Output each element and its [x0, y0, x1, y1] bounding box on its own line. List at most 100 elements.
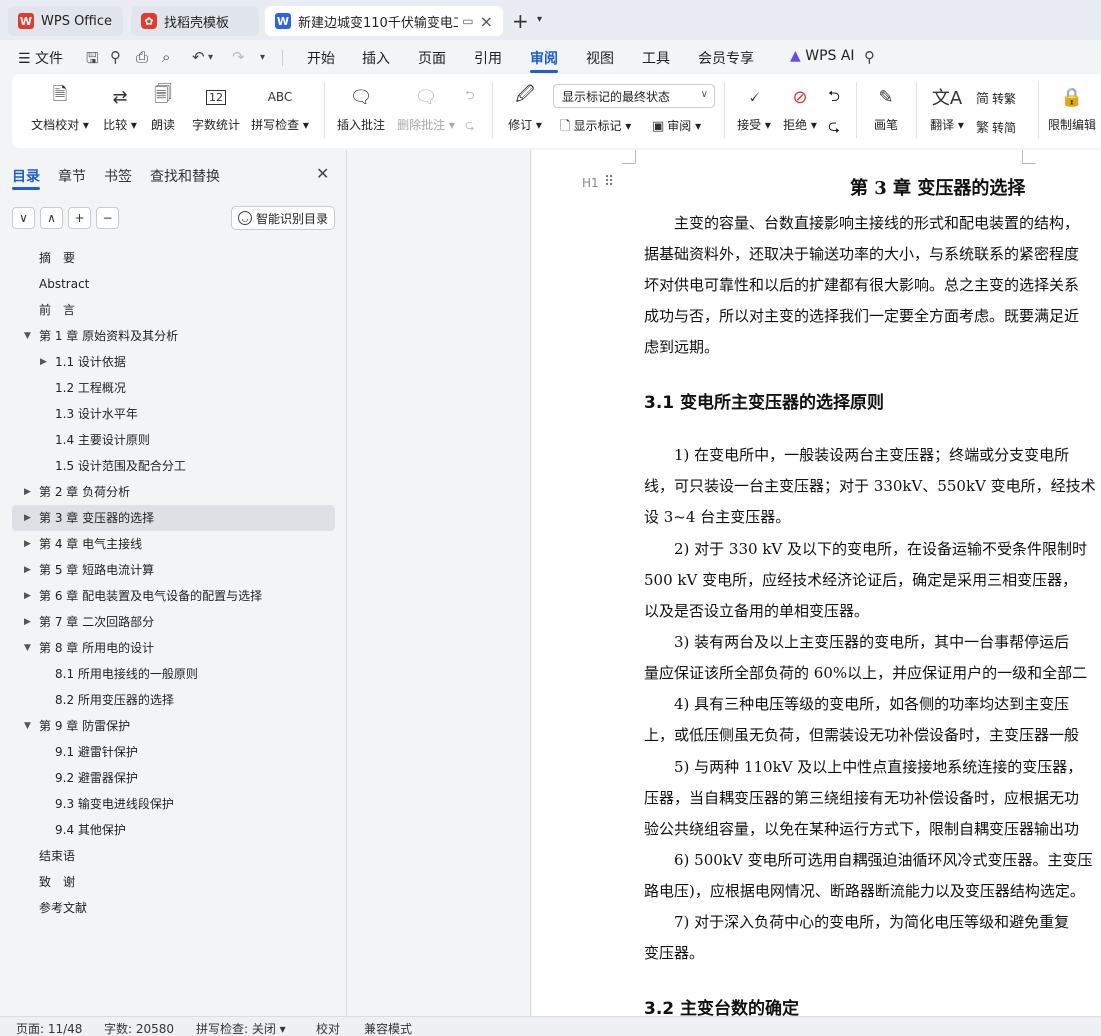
toc-item[interactable]: ▶ 第 2 章 负荷分析: [12, 479, 335, 505]
add-heading-button[interactable]: +: [68, 207, 91, 229]
spell-check-button[interactable]: ABC 拼写检查 ▾: [248, 84, 312, 133]
menu-tools[interactable]: 工具: [642, 48, 670, 68]
toc-item[interactable]: 1.4 主要设计原则: [12, 427, 335, 453]
undo-dropdown-icon[interactable]: ▾: [208, 52, 213, 63]
caret-right-icon[interactable]: ▶: [24, 609, 31, 635]
toc-item[interactable]: ▶ 第 6 章 配电装置及电气设备的配置与选择: [12, 583, 335, 609]
menu-reference[interactable]: 引用: [474, 48, 502, 68]
search-icon[interactable]: ⚲: [864, 48, 875, 66]
accept-button[interactable]: 🗸 接受 ▾: [732, 84, 776, 133]
print-icon[interactable]: ⎙: [136, 48, 148, 66]
menu-review[interactable]: 审阅: [530, 48, 558, 68]
compare-button[interactable]: ⇄ 比较 ▾: [98, 84, 142, 133]
toc-item[interactable]: ▶ 第 7 章 二次回路部分: [12, 609, 335, 635]
tab-wps-office[interactable]: W WPS Office: [8, 6, 123, 36]
toc-item[interactable]: 致 谢: [12, 869, 335, 895]
screen-icon[interactable]: ▭: [462, 14, 473, 28]
more-icon[interactable]: ▾: [260, 52, 265, 63]
save-icon[interactable]: 🖫: [86, 48, 99, 73]
tab-find-replace[interactable]: 查找和替换: [150, 166, 220, 186]
spell-check-status[interactable]: 拼写检查: 关闭 ▾: [196, 1020, 286, 1036]
toc-item[interactable]: ▼ 第 9 章 防雷保护: [12, 713, 335, 739]
translate-button[interactable]: 文A 翻译 ▾: [924, 84, 970, 133]
next-change-icon[interactable]: ⮎: [828, 116, 840, 141]
document-page[interactable]: H1 ⠿ 第 3 章 变压器的选择 主变的容量、台数直接影响主接线的形式和配电装…: [532, 150, 1101, 1016]
toc-item[interactable]: ▶ 1.1 设计依据: [12, 349, 335, 375]
word-count-button[interactable]: 12 字数统计: [188, 84, 244, 133]
caret-right-icon[interactable]: ▶: [24, 557, 31, 583]
pen-button[interactable]: ✎ 画笔: [868, 84, 904, 133]
tab-document[interactable]: W 新建边城变110千伏输变电工程 ▭ ×: [265, 6, 503, 36]
menu-member[interactable]: 会员专享: [698, 48, 754, 68]
toc-item-label: 9.2 避雷器保护: [55, 771, 138, 785]
menu-view[interactable]: 视图: [586, 48, 614, 68]
remove-heading-button[interactable]: −: [96, 207, 119, 229]
toc-item[interactable]: 结束语: [12, 843, 335, 869]
link-icon[interactable]: ⚲: [110, 48, 121, 66]
caret-down-icon[interactable]: ▼: [24, 713, 31, 739]
toc-item[interactable]: 摘 要: [12, 245, 335, 271]
caret-right-icon[interactable]: ▶: [40, 349, 47, 375]
toc-item[interactable]: 1.2 工程概况: [12, 375, 335, 401]
revise-button[interactable]: 🖉 修订 ▾: [502, 84, 548, 133]
prev-change-icon[interactable]: ⮌: [828, 86, 840, 111]
word-count-indicator[interactable]: 字数: 20580: [104, 1020, 174, 1036]
toc-item[interactable]: 1.5 设计范围及配合分工: [12, 453, 335, 479]
caret-right-icon[interactable]: ▶: [24, 583, 31, 609]
smart-toc-button[interactable]: ◡ 智能识别目录: [231, 206, 335, 230]
drag-handle-icon[interactable]: ⠿: [604, 174, 614, 190]
close-icon[interactable]: ×: [480, 12, 493, 31]
toc-item[interactable]: ▼ 第 1 章 原始资料及其分析: [12, 323, 335, 349]
toc-item[interactable]: 前 言: [12, 297, 335, 323]
toc-item-label: 结束语: [39, 849, 76, 863]
caret-down-icon[interactable]: ▼: [24, 323, 31, 349]
show-markup-button[interactable]: 🗋 显示标记 ▾: [560, 117, 631, 139]
toc-item[interactable]: 参考文献: [12, 895, 335, 921]
read-aloud-button[interactable]: 🗐 朗读: [146, 84, 180, 133]
toc-item[interactable]: 1.3 设计水平年: [12, 401, 335, 427]
toc-item[interactable]: ▶ 第 3 章 变压器的选择: [12, 505, 335, 531]
new-tab-icon[interactable]: +: [512, 9, 529, 33]
wps-ai-button[interactable]: ▲ WPS AI: [790, 48, 855, 64]
toc-item[interactable]: 9.4 其他保护: [12, 817, 335, 843]
restrict-edit-button[interactable]: 🔒 限制编辑: [1046, 84, 1098, 133]
toc-item[interactable]: 9.1 避雷针保护: [12, 739, 335, 765]
page-indicator[interactable]: 页面: 11/48: [16, 1020, 82, 1036]
to-traditional-button[interactable]: 简转繁: [976, 88, 1016, 107]
undo-icon[interactable]: ↶: [192, 48, 205, 66]
file-menu[interactable]: ☰ 文件: [18, 48, 63, 68]
caret-right-icon[interactable]: ▶: [24, 531, 31, 557]
tab-docer[interactable]: ✿ 找稻壳模板: [131, 6, 259, 36]
toc-item[interactable]: ▼ 第 8 章 所用电的设计: [12, 635, 335, 661]
toc-item[interactable]: Abstract: [12, 271, 335, 297]
close-icon[interactable]: ✕: [316, 164, 329, 183]
menu-insert[interactable]: 插入: [362, 48, 390, 68]
reject-button[interactable]: ⊘ 拒绝 ▾: [778, 84, 822, 133]
toc-item[interactable]: ▶ 第 5 章 短路电流计算: [12, 557, 335, 583]
print-preview-icon[interactable]: ⌕: [162, 48, 170, 66]
to-simplified-button[interactable]: 繁转简: [976, 117, 1016, 136]
tab-chapters[interactable]: 章节: [58, 166, 86, 186]
review-pane-button[interactable]: ▣ 审阅 ▾: [652, 117, 701, 134]
toc-item[interactable]: 9.3 输变电进线段保护: [12, 791, 335, 817]
caret-down-icon[interactable]: ▼: [24, 635, 31, 661]
caret-right-icon[interactable]: ▶: [24, 505, 31, 531]
toc-item-label: 9.1 避雷针保护: [55, 745, 138, 759]
toc-item[interactable]: 8.2 所用变压器的选择: [12, 687, 335, 713]
markup-state-select[interactable]: 显示标记的最终状态 ∨: [553, 84, 715, 108]
doc-check-button[interactable]: 🗎 文档校对 ▾: [28, 84, 92, 133]
toc-item[interactable]: 9.2 避雷器保护: [12, 765, 335, 791]
collapse-all-button[interactable]: ∨: [12, 207, 35, 229]
chevron-down-icon[interactable]: ▾: [537, 14, 542, 25]
insert-comment-button[interactable]: 🗨 插入批注: [334, 84, 388, 133]
caret-right-icon[interactable]: ▶: [24, 479, 31, 505]
tab-toc[interactable]: 目录: [12, 166, 40, 186]
toc-item[interactable]: ▶ 第 4 章 电气主接线: [12, 531, 335, 557]
expand-up-button[interactable]: ∧: [40, 207, 63, 229]
menu-home[interactable]: 开始: [307, 48, 335, 68]
tab-bookmarks[interactable]: 书签: [104, 166, 132, 186]
menu-page[interactable]: 页面: [418, 48, 446, 68]
redo-icon: ↷: [232, 48, 245, 66]
toc-item[interactable]: 8.1 所用电接线的一般原则: [12, 661, 335, 687]
proof-status[interactable]: 校对: [316, 1020, 340, 1036]
